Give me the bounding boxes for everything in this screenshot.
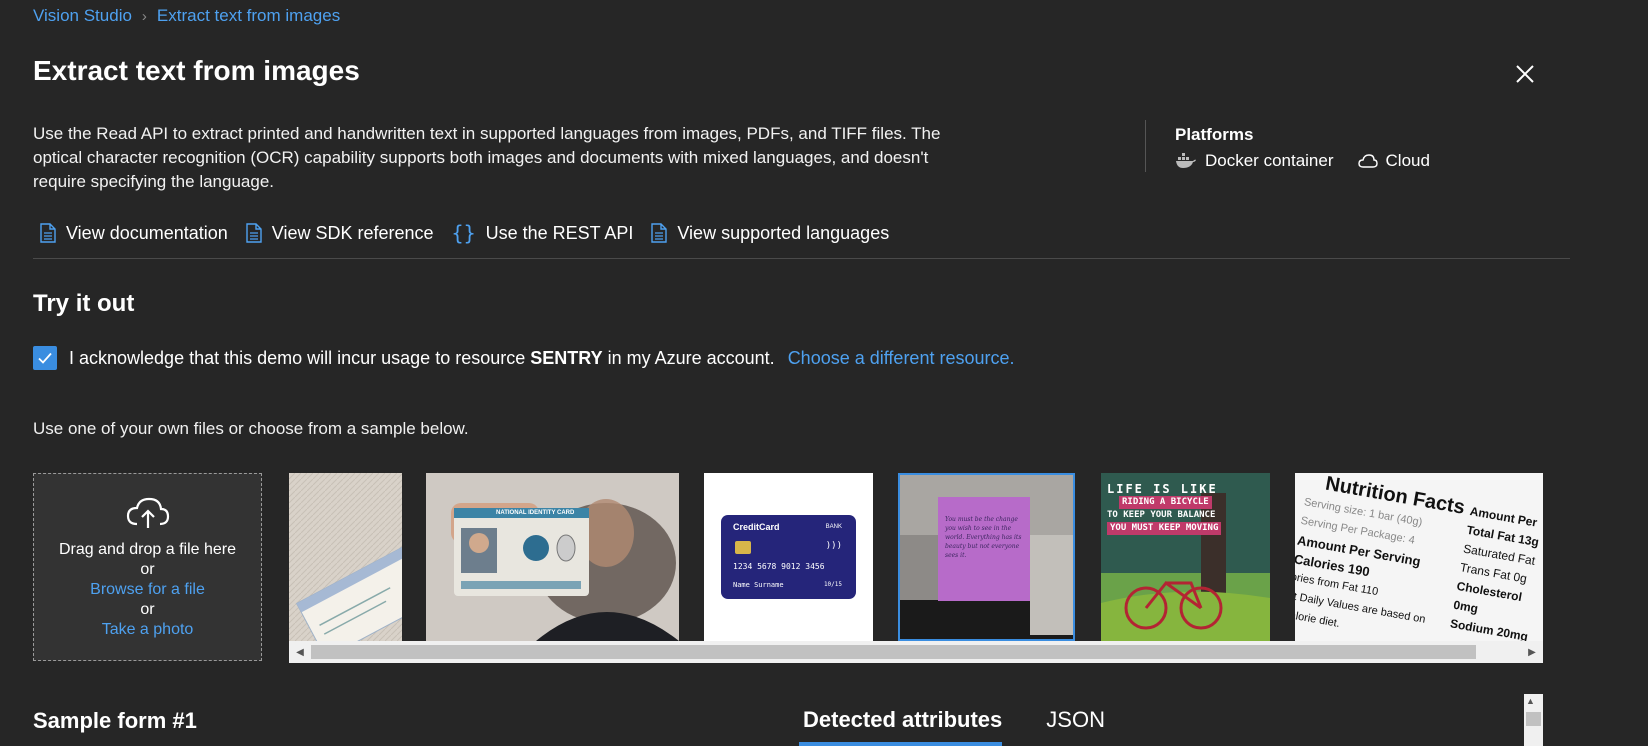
sample-thumbnail-credit-card[interactable]: CreditCard BANK ))) 1234 5678 9012 3456 … [704, 473, 873, 641]
tab-json[interactable]: JSON [1042, 707, 1109, 733]
ss-card-image [289, 473, 402, 641]
nutrition-right-column: Amount Per Total Fat 13g Saturated Fat T… [1449, 502, 1543, 641]
scroll-up-arrow[interactable]: ▲ [1526, 696, 1535, 706]
cloud-icon [1357, 154, 1378, 168]
card-bank: BANK [825, 524, 842, 530]
poster-line: LIFE IS LIKE [1107, 482, 1218, 496]
acknowledge-text-end: in my Azure account. [607, 347, 775, 368]
platform-cloud-label: Cloud [1385, 151, 1430, 170]
breadcrumb: Vision Studio › Extract text from images [33, 6, 340, 26]
sample-image-strip: NATIONAL IDENTITY CARD CreditCard BANK )… [289, 473, 1543, 641]
nutrition-left-column: Serving size: 1 bar (40g) Serving Per Pa… [1295, 493, 1443, 641]
platform-docker-label: Docker container [1205, 151, 1334, 170]
breadcrumb-current[interactable]: Extract text from images [157, 6, 340, 26]
card-chip [735, 541, 751, 554]
view-languages-label: View supported languages [677, 222, 890, 243]
try-it-title: Try it out [33, 290, 135, 317]
poster-line: RIDING A BICYCLE [1119, 496, 1212, 509]
poster-text: LIFE IS LIKE RIDING A BICYCLE TO KEEP YO… [1107, 483, 1267, 535]
sample-form-title: Sample form #1 [33, 708, 197, 733]
card-name: Name Surname [733, 581, 784, 589]
view-documentation-label: View documentation [66, 222, 228, 243]
nutrition-label: Nutrition Facts Serving size: 1 bar (40g… [1295, 473, 1543, 641]
sample-thumbnail-nutrition-facts[interactable]: Nutrition Facts Serving size: 1 bar (40g… [1295, 473, 1543, 641]
cloud-upload-icon [126, 497, 169, 528]
platforms-title: Platforms [1175, 125, 1254, 144]
scrollbar-thumb[interactable] [311, 645, 1476, 659]
document-icon [246, 223, 262, 243]
active-tab-indicator [799, 742, 1002, 746]
card-expiry: 10/15 [823, 581, 842, 588]
contactless-icon: ))) [825, 541, 842, 551]
card-brand: CreditCard [733, 522, 780, 532]
chevron-right-icon: › [141, 7, 147, 25]
card-number: 1234 5678 9012 3456 [733, 562, 825, 571]
sticky-note-text: You must be the change you wish to see i… [945, 516, 1022, 559]
sample-thumbnail-id-card[interactable]: NATIONAL IDENTITY CARD [426, 473, 679, 641]
samples-instruction: Use one of your own files or choose from… [33, 419, 469, 438]
or-separator: or [140, 561, 155, 578]
id-card-image [426, 473, 679, 641]
close-icon [1516, 65, 1534, 83]
vertical-scrollbar-thumb[interactable] [1526, 712, 1541, 726]
acknowledge-row: I acknowledge that this demo will incur … [33, 346, 1015, 370]
take-photo-link[interactable]: Take a photo [34, 620, 261, 640]
platform-docker: Docker container [1175, 151, 1334, 171]
choose-resource-link[interactable]: Choose a different resource. [788, 348, 1015, 369]
view-documentation-link[interactable]: View documentation [40, 223, 228, 244]
checkmark-icon [38, 352, 52, 364]
divider [1145, 120, 1146, 172]
sample-thumbnail-bicycle-poster[interactable]: LIFE IS LIKE RIDING A BICYCLE TO KEEP YO… [1101, 473, 1270, 641]
platform-cloud: Cloud [1357, 151, 1430, 171]
id-card-header: NATIONAL IDENTITY CARD [496, 510, 575, 516]
poster-line: YOU MUST KEEP MOVING [1107, 522, 1222, 535]
scroll-left-arrow[interactable]: ◀ [291, 643, 309, 661]
sample-thumbnail-ss-card[interactable] [289, 473, 402, 641]
docker-icon [1176, 153, 1196, 168]
view-sdk-link[interactable]: View SDK reference [246, 223, 434, 244]
use-rest-api-link[interactable]: {} Use the REST API [452, 221, 634, 245]
document-icon [651, 223, 668, 243]
view-languages-link[interactable]: View supported languages [651, 223, 889, 244]
poster-line: TO KEEP YOUR BALANCE [1107, 510, 1216, 520]
tab-detected-attributes[interactable]: Detected attributes [799, 707, 1006, 733]
document-icon [40, 223, 56, 243]
acknowledge-text: I acknowledge that this demo will incur … [69, 347, 526, 368]
browse-file-link[interactable]: Browse for a file [34, 580, 261, 600]
sample-thumbnail-sticky-note[interactable]: You must be the change you wish to see i… [898, 473, 1075, 641]
file-drop-zone[interactable]: Drag and drop a file here or Browse for … [33, 473, 262, 661]
drop-text: Drag and drop a file here [59, 541, 236, 558]
use-rest-api-label: Use the REST API [485, 222, 634, 243]
credit-card: CreditCard BANK ))) 1234 5678 9012 3456 … [721, 515, 856, 599]
resource-links: View documentation View SDK reference {}… [40, 221, 889, 245]
page-title: Extract text from images [33, 55, 360, 86]
breadcrumb-vision-studio[interactable]: Vision Studio [33, 6, 132, 26]
braces-icon: {} [451, 221, 476, 245]
close-button[interactable] [1513, 62, 1537, 86]
section-divider [33, 258, 1570, 259]
result-tabs: Detected attributes JSON [799, 707, 1109, 733]
page-description: Use the Read API to extract printed and … [33, 124, 941, 191]
acknowledge-checkbox[interactable] [33, 346, 57, 370]
platforms-list: Docker container Cloud [1175, 151, 1430, 171]
or-separator: or [140, 601, 155, 618]
view-sdk-label: View SDK reference [271, 222, 434, 243]
scroll-right-arrow[interactable]: ▶ [1523, 643, 1541, 661]
resource-name: SENTRY [530, 347, 603, 368]
